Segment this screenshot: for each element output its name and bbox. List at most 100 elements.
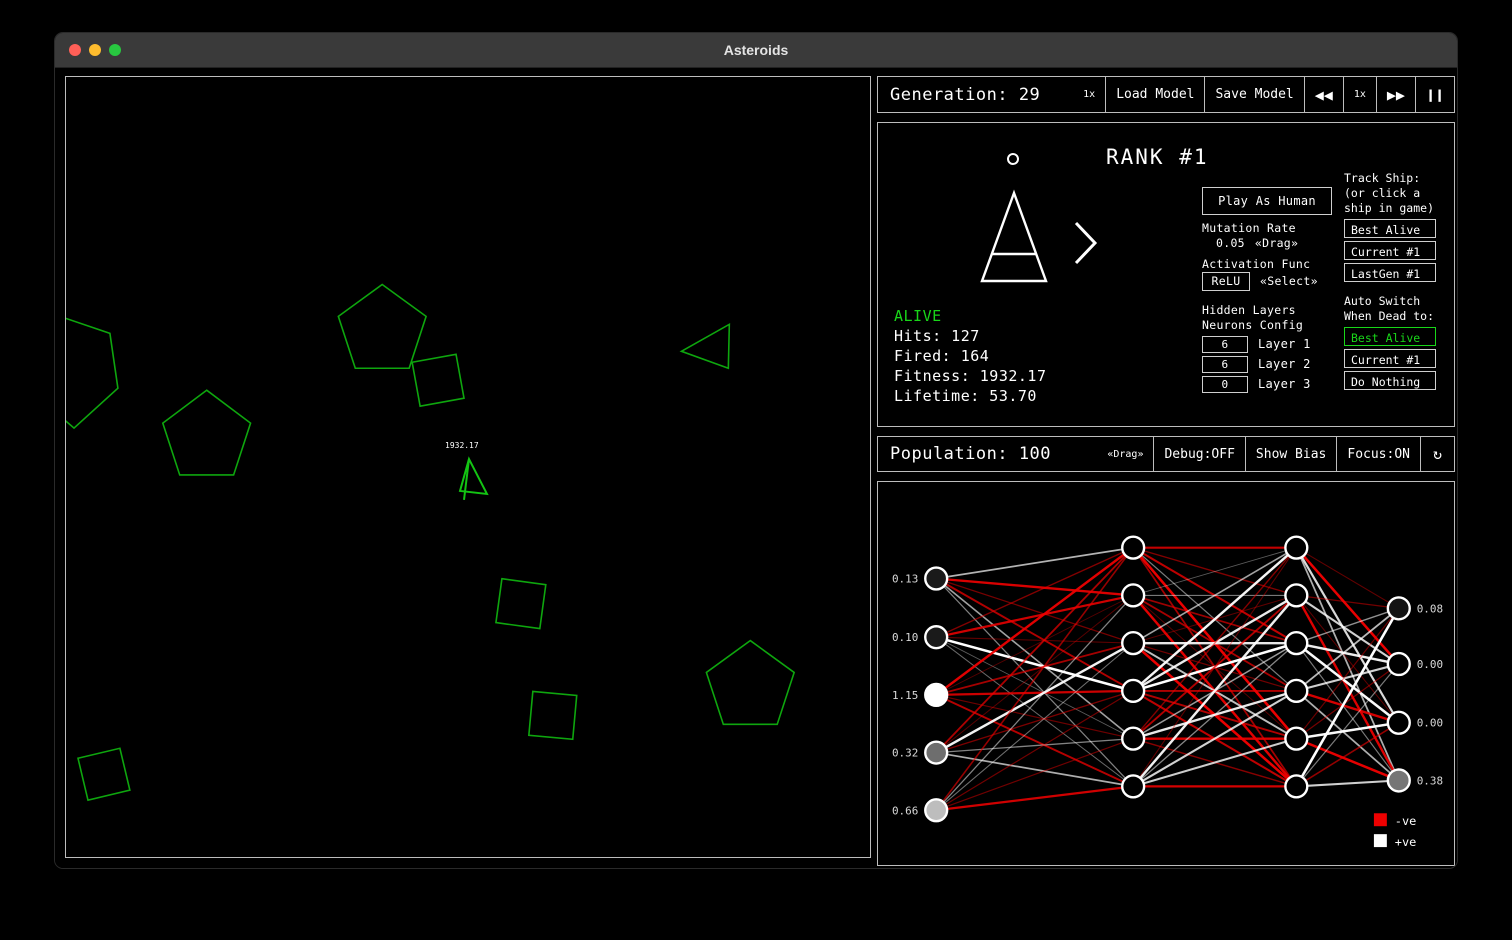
layer-1-neurons-input[interactable]: 6 — [1202, 336, 1248, 353]
zoom-button[interactable] — [109, 44, 121, 56]
debug-toggle-button[interactable]: Debug:OFF — [1153, 437, 1244, 471]
network-node[interactable] — [1121, 774, 1146, 799]
network-node[interactable] — [1284, 535, 1309, 560]
output-node-value: 0.08 — [1417, 602, 1443, 615]
network-node[interactable] — [1121, 583, 1146, 608]
network-edge — [936, 689, 1134, 696]
asteroid-square[interactable] — [411, 353, 465, 408]
network-edge — [1296, 547, 1400, 609]
minimize-button[interactable] — [89, 44, 101, 56]
asteroid-square[interactable] — [495, 577, 547, 630]
pause-icon[interactable]: ❙❙ — [1414, 77, 1454, 112]
network-edge — [936, 751, 1134, 788]
stat-hits: Hits: 127 — [894, 327, 980, 345]
layer-2-neurons-input[interactable]: 6 — [1202, 356, 1248, 373]
network-node[interactable] — [1284, 583, 1309, 608]
network-edge — [936, 546, 1134, 580]
speed-multiplier[interactable]: 1x — [1342, 77, 1376, 112]
auto-switch-label-line2: When Dead to: — [1344, 309, 1435, 323]
asteroid-square[interactable] — [527, 690, 578, 741]
legend-negative-swatch — [1373, 813, 1387, 827]
output-node-value: 0.00 — [1417, 717, 1443, 730]
layer-row: 6 Layer 2 — [1202, 356, 1347, 373]
network-node[interactable] — [1386, 651, 1411, 677]
layer-3-neurons-input[interactable]: 0 — [1202, 376, 1248, 393]
hidden-layers-label: Hidden Layers — [1202, 303, 1296, 317]
track-ship-label-line1: Track Ship: — [1344, 171, 1421, 185]
track-ship-label-line2: (or click a — [1344, 186, 1421, 200]
network-edge — [1296, 779, 1399, 788]
track-ship-controls: Track Ship: (or click a ship in game) Be… — [1344, 171, 1448, 390]
auto-do-nothing-button[interactable]: Do Nothing — [1344, 371, 1436, 390]
legend-positive-label: +ve — [1395, 835, 1417, 849]
stat-fired: Fired: 164 — [894, 347, 990, 365]
ship-fitness-label: 1932.17 — [445, 441, 479, 450]
mutation-rate-row[interactable]: 0.05 «Drag» — [1202, 236, 1347, 251]
population-toolbar: Population: 100 «Drag» Debug:OFF Show Bi… — [877, 436, 1455, 472]
network-node[interactable] — [1284, 631, 1309, 656]
asteroid-square[interactable] — [77, 747, 131, 802]
app-window: Asteroids 1932.17 Generation: 29 1x Load… — [55, 33, 1457, 868]
network-node[interactable] — [1284, 726, 1309, 751]
reset-icon[interactable]: ↻ — [1420, 437, 1454, 471]
ship-icon — [980, 189, 1048, 283]
rewind-icon[interactable]: ◀◀ — [1303, 77, 1343, 112]
generation-toolbar: Generation: 29 1x Load Model Save Model … — [877, 76, 1455, 113]
network-node[interactable] — [924, 682, 949, 708]
network-node[interactable] — [1121, 535, 1146, 560]
network-edge — [1296, 607, 1400, 644]
asteroid-triangle[interactable] — [679, 322, 731, 370]
auto-switch-heading: Auto Switch When Dead to: — [1344, 294, 1448, 324]
mutation-rate-drag-hint: «Drag» — [1254, 236, 1299, 250]
track-current-1-button[interactable]: Current #1 — [1344, 241, 1436, 260]
network-node[interactable] — [924, 566, 949, 591]
input-node-value: 0.66 — [892, 804, 918, 817]
network-node[interactable] — [1121, 678, 1146, 704]
network-nodes: 0.13 0.10 1.15 0.32 0.66 0.08 0.00 0.00 0.38 — [892, 535, 1443, 823]
game-canvas[interactable]: 1932.17 — [65, 76, 871, 858]
population-display[interactable]: Population: 100 «Drag» — [878, 437, 1153, 471]
asteroid-pentagon[interactable] — [705, 639, 796, 726]
input-node-value: 0.13 — [892, 572, 918, 585]
activation-func-row: ReLU «Select» — [1202, 272, 1347, 291]
auto-best-alive-button[interactable]: Best Alive — [1344, 327, 1436, 346]
rank-panel: RANK #1 ALIVE Hits: 127 Fired: 164 Fitne… — [877, 122, 1455, 427]
track-ship-label-line3: ship in game) — [1344, 201, 1435, 215]
player-ship[interactable] — [458, 456, 489, 501]
layer-2-label: Layer 2 — [1258, 357, 1311, 371]
network-node[interactable] — [1284, 774, 1309, 799]
network-node[interactable] — [924, 625, 949, 650]
network-node[interactable] — [924, 740, 949, 765]
load-model-button[interactable]: Load Model — [1105, 77, 1204, 112]
network-edge — [935, 594, 1134, 811]
network-node[interactable] — [924, 798, 949, 823]
network-edge — [1295, 663, 1400, 740]
neural-network-panel[interactable]: 0.13 0.10 1.15 0.32 0.66 0.08 0.00 0.00 0.38 -ve… — [877, 481, 1455, 866]
track-best-alive-button[interactable]: Best Alive — [1344, 219, 1436, 238]
window-title: Asteroids — [723, 42, 789, 58]
network-node[interactable] — [1386, 768, 1411, 793]
play-as-human-button[interactable]: Play As Human — [1202, 187, 1332, 215]
network-edge — [936, 636, 1134, 644]
asteroid-pentagon[interactable] — [337, 283, 428, 370]
close-button[interactable] — [69, 44, 81, 56]
network-edges — [935, 546, 1400, 812]
save-model-button[interactable]: Save Model — [1204, 77, 1303, 112]
network-node[interactable] — [1386, 710, 1411, 735]
stat-lifetime: Lifetime: 53.70 — [894, 387, 1037, 405]
layer-row: 6 Layer 1 — [1202, 336, 1347, 353]
network-node[interactable] — [1386, 596, 1411, 621]
focus-toggle-button[interactable]: Focus:ON — [1336, 437, 1420, 471]
asteroid-pentagon[interactable] — [161, 389, 252, 476]
auto-switch-label-line1: Auto Switch — [1344, 294, 1421, 308]
status-badge: ALIVE — [894, 307, 942, 325]
network-node[interactable] — [1121, 726, 1146, 751]
network-node[interactable] — [1121, 631, 1146, 656]
track-lastgen-1-button[interactable]: LastGen #1 — [1344, 263, 1436, 282]
fast-forward-icon[interactable]: ▶▶ — [1375, 77, 1415, 112]
activation-func-value[interactable]: ReLU — [1202, 272, 1250, 291]
network-node[interactable] — [1284, 678, 1309, 704]
auto-current-1-button[interactable]: Current #1 — [1344, 349, 1436, 368]
asteroid-pentagon[interactable] — [66, 316, 119, 430]
show-bias-button[interactable]: Show Bias — [1244, 437, 1336, 471]
